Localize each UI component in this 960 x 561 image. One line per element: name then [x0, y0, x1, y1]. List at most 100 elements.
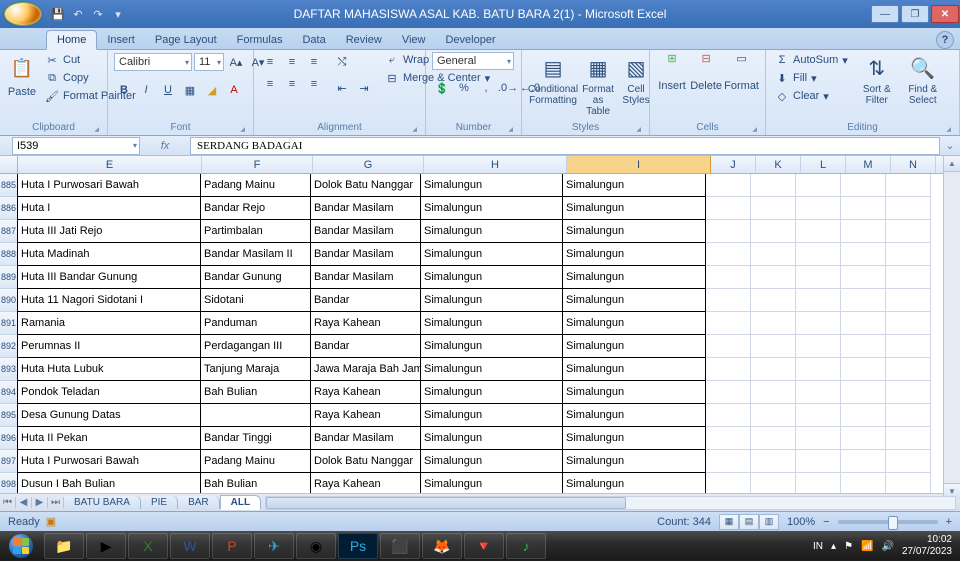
cell[interactable] [796, 427, 841, 450]
office-button[interactable] [4, 2, 42, 26]
cell[interactable]: Simalungun [420, 334, 563, 358]
cell[interactable] [796, 174, 841, 197]
formula-expand-button[interactable]: ⌄ [940, 139, 960, 152]
cell[interactable] [706, 312, 751, 335]
cell[interactable]: Simalungun [562, 426, 706, 450]
cell[interactable] [751, 358, 796, 381]
cell[interactable]: Padang Mainu [200, 449, 311, 473]
tab-page-layout[interactable]: Page Layout [145, 31, 227, 49]
font-size-combo[interactable]: 11 [194, 53, 224, 71]
cell[interactable]: Simalungun [420, 472, 563, 493]
sheet-tab-bar[interactable]: BAR [178, 496, 220, 509]
row-header[interactable]: 893 [0, 358, 18, 381]
cell[interactable]: Bandar Masilam II [200, 242, 311, 266]
cell[interactable]: Simalungun [562, 449, 706, 473]
grid-body[interactable]: 885Huta I Purwosari BawahPadang MainuDol… [0, 174, 960, 493]
taskbar-chrome-icon[interactable]: ◉ [296, 533, 336, 559]
align-left-button[interactable]: ≡ [260, 74, 280, 94]
cell[interactable]: Huta Huta Lubuk [17, 357, 201, 381]
cell[interactable]: Simalungun [420, 288, 563, 312]
cell[interactable] [706, 289, 751, 312]
font-color-button[interactable]: A [224, 80, 244, 100]
cell[interactable] [796, 358, 841, 381]
cell[interactable]: Ramania [17, 311, 201, 335]
cell[interactable] [796, 381, 841, 404]
cell[interactable]: Raya Kahean [310, 403, 421, 427]
cell[interactable] [841, 174, 886, 197]
cell[interactable] [200, 403, 311, 427]
cell[interactable]: Perdagangan III [200, 334, 311, 358]
cell[interactable]: Raya Kahean [310, 311, 421, 335]
cell[interactable]: Huta I [17, 196, 201, 220]
cell[interactable]: Huta I Purwosari Bawah [17, 174, 201, 197]
col-header-L[interactable]: L [801, 156, 846, 173]
tab-first-button[interactable]: ⏮ [0, 497, 16, 508]
paste-button[interactable]: 📋 Paste [6, 52, 38, 98]
cell[interactable]: Huta Madinah [17, 242, 201, 266]
taskbar-photoshop-icon[interactable]: Ps [338, 533, 378, 559]
cell[interactable]: Simalungun [562, 219, 706, 243]
cell[interactable] [886, 197, 931, 220]
cell[interactable]: Simalungun [562, 196, 706, 220]
taskbar-powerpoint-icon[interactable]: P [212, 533, 252, 559]
col-header-G[interactable]: G [313, 156, 424, 173]
col-header-J[interactable]: J [711, 156, 756, 173]
cell[interactable]: Perumnas II [17, 334, 201, 358]
taskbar-firefox-icon[interactable]: 🦊 [422, 533, 462, 559]
cell[interactable]: Panduman [200, 311, 311, 335]
tray-volume-icon[interactable]: 🔊 [881, 541, 893, 552]
taskbar-spotify-icon[interactable]: ♪ [506, 533, 546, 559]
view-page-layout-button[interactable]: ▤ [739, 514, 759, 530]
cell[interactable]: Bandar Masilam [310, 219, 421, 243]
row-header[interactable]: 896 [0, 427, 18, 450]
cell[interactable]: Simalungun [420, 174, 563, 197]
cell[interactable] [706, 335, 751, 358]
col-header-H[interactable]: H [424, 156, 567, 173]
col-header-K[interactable]: K [756, 156, 801, 173]
taskbar-excel-icon[interactable]: X [128, 533, 168, 559]
zoom-out-button[interactable]: − [823, 516, 829, 528]
cell[interactable] [796, 197, 841, 220]
cell[interactable] [841, 404, 886, 427]
indent-inc-button[interactable]: ⇥ [354, 78, 374, 98]
cell[interactable] [706, 381, 751, 404]
cell[interactable] [751, 220, 796, 243]
tab-developer[interactable]: Developer [435, 31, 505, 49]
col-header-I[interactable]: I [567, 156, 711, 173]
italic-button[interactable]: I [136, 80, 156, 100]
cell[interactable] [751, 335, 796, 358]
macro-record-icon[interactable]: ▣ [46, 515, 56, 528]
minimize-button[interactable]: — [871, 5, 899, 23]
cell[interactable]: Simalungun [562, 403, 706, 427]
cell[interactable]: Bah Bulian [200, 380, 311, 404]
cell[interactable] [706, 404, 751, 427]
delete-cells-button[interactable]: ⊟Delete [690, 52, 722, 92]
row-header[interactable]: 887 [0, 220, 18, 243]
cell[interactable]: Bandar Masilam [310, 242, 421, 266]
zoom-in-button[interactable]: + [946, 516, 952, 528]
cell[interactable] [706, 358, 751, 381]
align-middle-button[interactable]: ≡ [282, 52, 302, 72]
cell[interactable]: Bandar [310, 334, 421, 358]
cell[interactable]: Huta III Jati Rejo [17, 219, 201, 243]
cell[interactable]: Bandar [310, 288, 421, 312]
cell[interactable] [886, 427, 931, 450]
cell[interactable] [841, 197, 886, 220]
cell[interactable] [796, 266, 841, 289]
hscroll-thumb[interactable] [266, 497, 626, 509]
language-indicator[interactable]: IN [813, 541, 823, 552]
cell[interactable] [841, 266, 886, 289]
cell[interactable] [841, 335, 886, 358]
cell[interactable] [886, 220, 931, 243]
row-header[interactable]: 898 [0, 473, 18, 493]
cell[interactable] [886, 358, 931, 381]
cell[interactable]: Simalungun [420, 380, 563, 404]
cell[interactable]: Raya Kahean [310, 472, 421, 493]
clear-button[interactable]: ◇Clear ▾ [772, 88, 851, 104]
indent-dec-button[interactable]: ⇤ [332, 78, 352, 98]
tab-last-button[interactable]: ⏭ [48, 497, 64, 508]
undo-icon[interactable]: ↶ [70, 6, 86, 22]
cell[interactable] [751, 404, 796, 427]
cell[interactable] [706, 220, 751, 243]
cell[interactable]: Simalungun [562, 311, 706, 335]
